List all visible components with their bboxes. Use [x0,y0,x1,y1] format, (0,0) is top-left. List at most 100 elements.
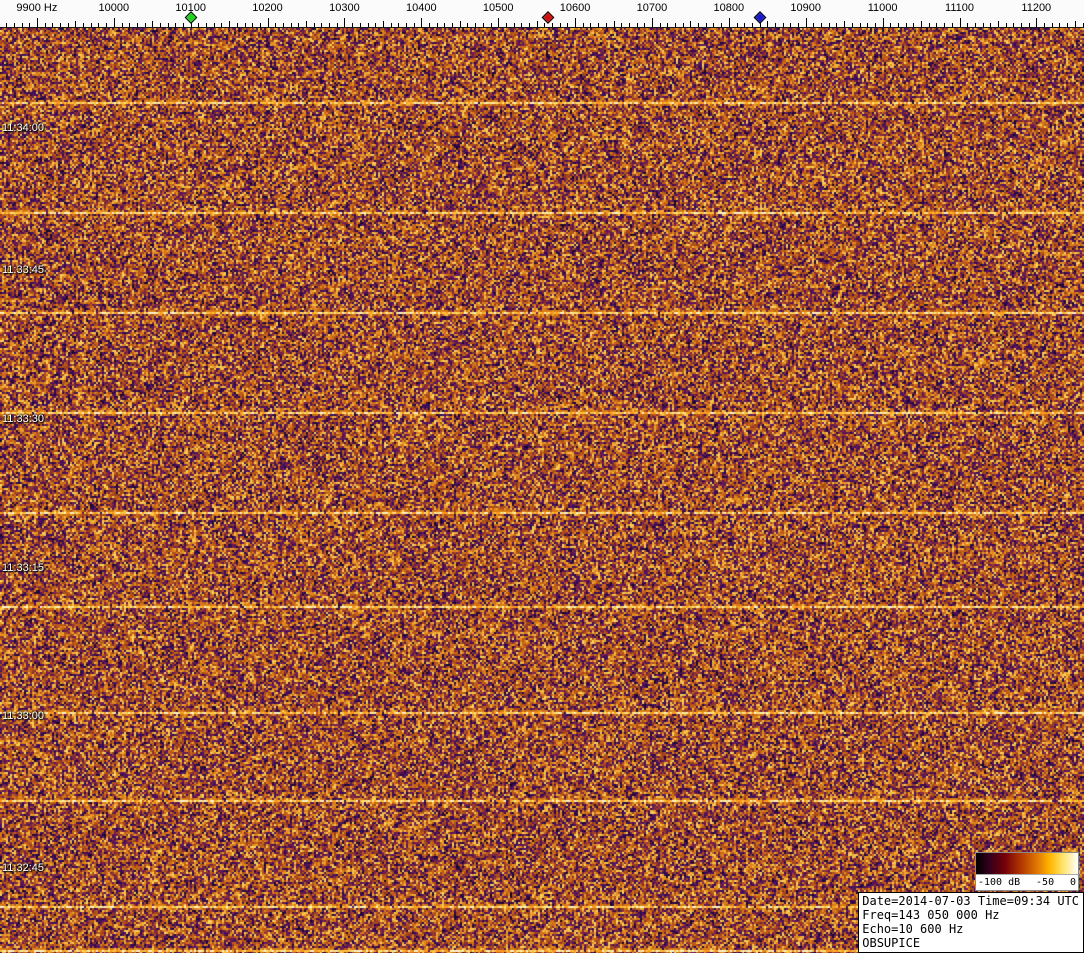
colorbar-labels: -100 dB -50 0 [976,875,1078,890]
ruler-tick [967,23,969,27]
ruler-tick [844,21,846,27]
ruler-tick [1067,23,1069,27]
spectrogram-display[interactable]: 11:34:00 11:33:45 11:33:30 11:33:15 11:33:00… [0,28,1084,953]
ruler-tick [13,23,15,27]
spectrogram-canvas[interactable] [0,28,1084,953]
freq-tick-label: 9900 Hz [16,2,58,14]
ruler-tick [882,18,884,27]
ruler-tick [290,23,292,27]
ruler-tick [898,23,899,27]
info-date-line: Date=2014-07-03 Time=09:34 UTC [862,894,1079,908]
db-colorbar-legend: -100 dB -50 0 [975,852,1079,891]
ruler-tick [52,23,54,27]
ruler-tick [613,21,615,27]
ruler-tick [167,23,169,27]
freq-tick-label: 10600 [559,2,591,14]
ruler-tick [467,23,469,27]
ruler-tick [375,23,377,27]
ruler-tick [1028,23,1030,27]
time-label: 11:33:15 [2,562,45,574]
ruler-tick [636,23,638,27]
freq-tick-label: 10500 [482,2,514,14]
ruler-tick [29,23,31,27]
info-box: Date=2014-07-03 Time=09:34 UTC Freq=143 … [858,892,1084,953]
ruler-tick [736,23,738,27]
freq-tick-label: 10800 [713,2,745,14]
ruler-tick [682,23,684,27]
ruler-tick [928,23,930,27]
ruler-tick [505,23,507,27]
marker-diamond-blue[interactable] [753,11,766,24]
freq-tick-label: 10300 [329,2,360,14]
ruler-tick [352,23,354,27]
ruler-tick [413,23,415,27]
ruler-tick [874,23,876,27]
ruler-tick [567,23,569,27]
ruler-tick [136,23,138,27]
ruler-tick [744,23,746,27]
ruler-tick [698,23,700,27]
colorbar-label-max: 0 [1069,877,1076,888]
freq-tick-label: 11200 [1021,2,1052,14]
ruler-tick [828,23,830,27]
ruler-tick [990,23,992,27]
ruler-tick [75,21,77,27]
ruler-tick [121,23,123,27]
info-freq-line: Freq=143 050 000 Hz [862,908,1000,922]
ruler-tick [60,23,61,27]
ruler-tick [944,23,946,27]
frequency-ruler[interactable]: 9900 Hz 10000 10100 10200 10300 10400 10500 106… [0,0,1084,28]
ruler-tick [951,23,953,27]
ruler-tick [628,23,630,27]
ruler-tick [790,23,792,27]
ruler-tick [1044,23,1045,27]
ruler-tick [644,23,646,27]
ruler-tick [252,23,254,27]
ruler-tick [528,23,530,27]
ruler-tick [651,18,653,27]
ruler-tick [836,23,838,27]
ruler-tick [621,23,623,27]
ruler-tick [805,18,807,27]
ruler-tick [552,23,553,27]
ruler-tick [298,23,300,27]
marker-diamond-red[interactable] [541,11,555,24]
freq-tick-label: 11100 [945,2,974,14]
ruler-tick [598,23,600,27]
freq-tick-label: 10700 [636,2,668,14]
info-station-line: OBSUPICE [862,936,921,950]
ruler-tick [890,23,892,27]
ruler-tick [344,18,346,27]
ruler-tick [306,21,307,27]
ruler-tick [429,23,430,27]
ruler-tick [1059,23,1061,27]
ruler-tick [198,23,200,27]
time-label: 11:33:00 [2,710,45,722]
ruler-tick [275,23,277,27]
ruler-tick [859,23,861,27]
ruler-tick [751,23,753,27]
time-label: 11:32:45 [2,862,45,874]
info-echo-line: Echo=10 600 Hz [862,922,964,936]
colorbar-gradient [976,853,1078,875]
ruler-tick [67,23,69,27]
ruler-tick [113,18,115,27]
time-label: 11:33:30 [2,413,45,425]
ruler-tick [452,23,454,27]
ruler-tick [21,23,23,27]
freq-tick-label: 11000 [867,2,898,14]
ruler-tick [498,18,500,27]
ruler-tick [436,23,438,27]
time-label: 11:33:45 [2,264,45,276]
ruler-tick [421,18,423,27]
ruler-tick [98,23,100,27]
ruler-tick [206,23,207,27]
ruler-tick [175,23,177,27]
ruler-tick [459,21,461,27]
ruler-tick [767,21,769,27]
freq-tick-label: 10900 [790,2,821,14]
ruler-tick [244,23,246,27]
ruler-tick [282,23,284,27]
ruler-tick [321,23,323,27]
ruler-tick [605,23,607,27]
